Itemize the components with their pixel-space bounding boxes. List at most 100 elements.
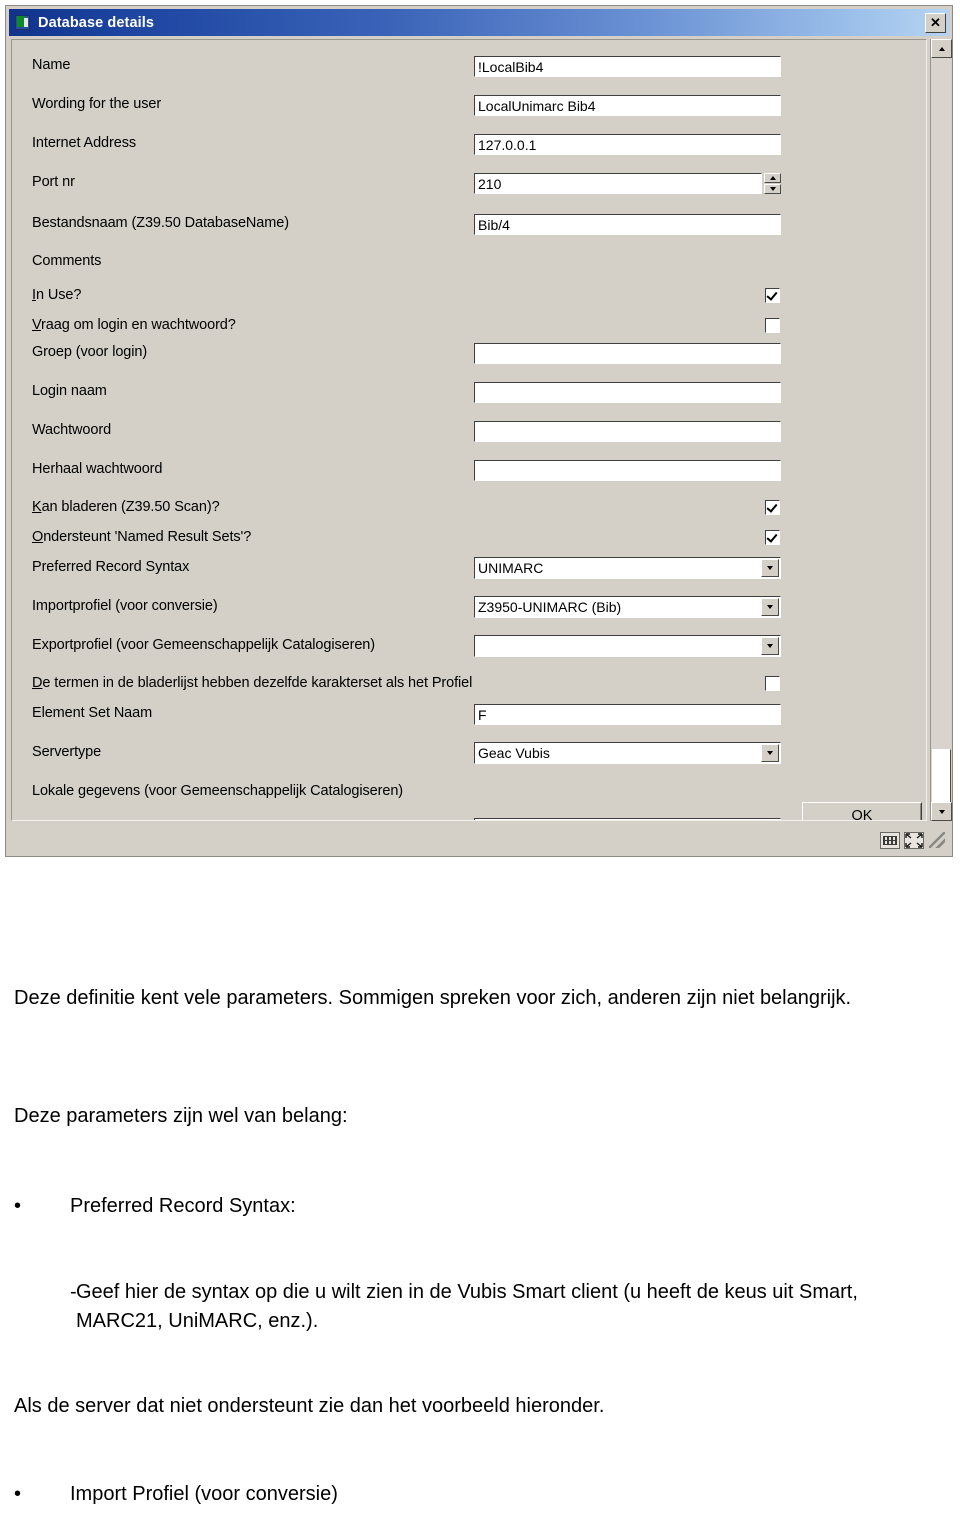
combo-importprofiel[interactable]: Z3950-UNIMARC (Bib): [474, 596, 781, 618]
row-in-use: In Use?: [12, 286, 926, 308]
input-element-set-naam[interactable]: F: [474, 704, 781, 725]
paragraph-parameters-intro: Deze parameters zijn wel van belang:: [14, 1105, 348, 1127]
combo-exportprofiel[interactable]: [474, 635, 781, 657]
listbox-lokale-gegevens[interactable]: Aard van het werk Druk Locatie: [474, 818, 781, 821]
bullet-preferred-record-syntax: • Preferred Record Syntax:: [14, 1192, 296, 1221]
input-herhaal-wachtwoord[interactable]: [474, 460, 781, 481]
accel-ondersteunt: O: [32, 529, 44, 545]
combo-importprofiel-value: Z3950-UNIMARC (Bib): [478, 599, 622, 615]
chevron-down-icon[interactable]: [761, 598, 779, 616]
row-comments: Comments: [12, 252, 926, 274]
checkbox-kan-bladeren[interactable]: [765, 500, 780, 515]
input-name[interactable]: !LocalBib4: [474, 56, 781, 77]
label-servertype: Servertype: [32, 744, 102, 760]
dialog-client-area: Name !LocalBib4 Wording for the user Loc…: [11, 39, 927, 821]
label-importprofiel: Importprofiel (voor conversie): [32, 598, 218, 614]
input-wachtwoord[interactable]: [474, 421, 781, 442]
label-groep: Groep (voor login): [32, 344, 148, 360]
database-details-dialog: Database details ✕ Name !LocalBib4 Wordi…: [5, 5, 953, 857]
label-bestandsnaam: Bestandsnaam (Z39.50 DatabaseName): [32, 215, 289, 231]
chevron-down-icon[interactable]: [761, 559, 779, 577]
database-book-icon: [14, 14, 32, 32]
row-internet-address: Internet Address 127.0.0.1: [12, 134, 926, 156]
input-login-naam[interactable]: [474, 382, 781, 403]
bullet-label: Import Profiel (voor conversie): [70, 1483, 338, 1505]
label-name: Name: [32, 57, 71, 73]
label-vraag-login: Vraag om login en wachtwoord?: [32, 317, 236, 333]
row-lokale-gegevens: Lokale gegevens (voor Gemeenschappelijk …: [12, 782, 926, 804]
sub-bullet-text: Geef hier de syntax op die u wilt zien i…: [76, 1281, 858, 1332]
expand-arrows-glyph: [905, 832, 923, 848]
scroll-up-icon[interactable]: [931, 39, 952, 58]
resize-grip[interactable]: [929, 832, 945, 848]
label-login-naam: Login naam: [32, 383, 107, 399]
input-wording-for-the-user[interactable]: LocalUnimarc Bib4: [474, 95, 781, 116]
row-herhaal-wachtwoord: Herhaal wachtwoord: [12, 460, 926, 482]
row-bestandsnaam: Bestandsnaam (Z39.50 DatabaseName) Bib/4: [12, 214, 926, 236]
label-element-set-naam: Element Set Naam: [32, 705, 153, 721]
input-internet-address[interactable]: 127.0.0.1: [474, 134, 781, 155]
bullet-marker: •: [14, 1195, 22, 1217]
input-bestandsnaam[interactable]: Bib/4: [474, 214, 781, 235]
combo-preferred-record-syntax[interactable]: UNIMARC: [474, 557, 781, 579]
row-vraag-login: Vraag om login en wachtwoord?: [12, 316, 926, 338]
list-item[interactable]: Aard van het werk: [476, 820, 779, 821]
dialog-title: Database details: [38, 14, 155, 31]
label-comments: Comments: [32, 253, 102, 269]
row-wachtwoord: Wachtwoord: [12, 421, 926, 443]
input-groep[interactable]: [474, 343, 781, 364]
status-bar: [11, 828, 947, 852]
checkbox-in-use[interactable]: [765, 288, 780, 303]
label-kan-bladeren: Kan bladeren (Z39.50 Scan)?: [32, 499, 220, 515]
label-herhaal-wachtwoord: Herhaal wachtwoord: [32, 461, 163, 477]
row-de-termen: De termen in de bladerlijst hebben dezel…: [12, 674, 926, 696]
row-importprofiel: Importprofiel (voor conversie) Z3950-UNI…: [12, 596, 926, 619]
label-preferred-record-syntax: Preferred Record Syntax: [32, 559, 190, 575]
close-icon[interactable]: ✕: [925, 12, 946, 33]
ok-button-label: OK: [851, 807, 873, 821]
input-port-nr[interactable]: 210: [474, 173, 762, 194]
row-element-set-naam: Element Set Naam F: [12, 704, 926, 726]
row-servertype: Servertype Geac Vubis: [12, 742, 926, 765]
row-exportprofiel: Exportprofiel (voor Gemeenschappelijk Ca…: [12, 635, 926, 658]
scroll-down-icon[interactable]: [931, 802, 952, 821]
label-wording-for-the-user: Wording for the user: [32, 96, 162, 112]
combo-servertype-value: Geac Vubis: [478, 745, 550, 761]
dialog-vertical-scrollbar[interactable]: [930, 39, 952, 821]
row-ondersteunt-named-result-sets: Ondersteunt 'Named Result Sets'?: [12, 528, 926, 550]
chevron-down-icon[interactable]: [761, 637, 779, 655]
checkbox-ondersteunt-named-result-sets[interactable]: [765, 530, 780, 545]
row-login-naam: Login naam: [12, 382, 926, 404]
label-exportprofiel: Exportprofiel (voor Gemeenschappelijk Ca…: [32, 637, 375, 653]
chevron-down-icon[interactable]: [761, 744, 779, 762]
accel-vraag-login: V: [32, 317, 42, 333]
combo-servertype[interactable]: Geac Vubis: [474, 742, 781, 764]
keyboard-icon[interactable]: [880, 831, 900, 849]
checkbox-vraag-login[interactable]: [765, 318, 780, 333]
bullet-label: Preferred Record Syntax:: [70, 1195, 296, 1217]
row-port-nr: Port nr 210: [12, 173, 926, 195]
label-in-use: In Use?: [32, 287, 82, 303]
checkbox-de-termen[interactable]: [765, 676, 780, 691]
resize-expand-icon[interactable]: [904, 831, 924, 849]
combo-preferred-record-syntax-value: UNIMARC: [478, 560, 544, 576]
spinner-down-icon[interactable]: [764, 184, 781, 194]
label-internet-address: Internet Address: [32, 135, 136, 151]
accel-de-termen: D: [32, 675, 43, 691]
label-wachtwoord: Wachtwoord: [32, 422, 112, 438]
row-name: Name !LocalBib4: [12, 56, 926, 78]
accel-kan-bladeren: K: [32, 499, 42, 515]
dash-marker: -: [70, 1281, 77, 1303]
title-bar[interactable]: Database details ✕: [9, 9, 949, 36]
label-lokale-gegevens: Lokale gegevens (voor Gemeenschappelijk …: [32, 783, 404, 799]
port-nr-spinner[interactable]: [764, 173, 781, 194]
row-wording: Wording for the user LocalUnimarc Bib4: [12, 95, 926, 117]
label-de-termen: De termen in de bladerlijst hebben dezel…: [32, 675, 473, 691]
row-preferred-record-syntax: Preferred Record Syntax UNIMARC: [12, 557, 926, 580]
spinner-up-icon[interactable]: [764, 173, 781, 183]
ok-button[interactable]: OK: [802, 802, 922, 821]
paragraph-server-note: Als de server dat niet ondersteunt zie d…: [14, 1395, 605, 1417]
sub-bullet-syntax-explanation: - Geef hier de syntax op die u wilt zien…: [14, 1278, 866, 1336]
label-port-nr: Port nr: [32, 174, 75, 190]
label-ondersteunt-named-result-sets: Ondersteunt 'Named Result Sets'?: [32, 529, 252, 545]
